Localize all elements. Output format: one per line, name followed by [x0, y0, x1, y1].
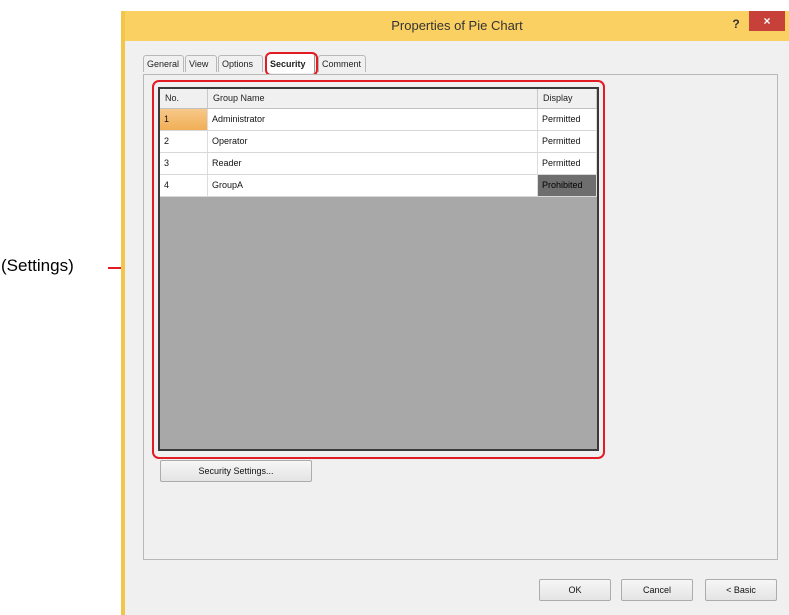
table-row[interactable]: 3 Reader Permitted [160, 153, 597, 175]
dialog-title: Properties of Pie Chart [391, 18, 523, 33]
display-cell[interactable]: Prohibited [538, 175, 597, 196]
group-name-cell[interactable]: Administrator [208, 109, 538, 130]
row-number-cell[interactable]: 1 [160, 109, 208, 130]
display-cell[interactable]: Permitted [538, 131, 597, 152]
table-row[interactable]: 2 Operator Permitted [160, 131, 597, 153]
table-row[interactable]: 4 GroupA Prohibited [160, 175, 597, 197]
column-header-group-name[interactable]: Group Name [208, 89, 538, 108]
column-header-display[interactable]: Display [538, 89, 597, 108]
help-button[interactable]: ? [726, 15, 746, 33]
close-button[interactable]: × [749, 11, 785, 31]
callout-label: (Settings) [1, 256, 74, 275]
row-number-cell[interactable]: 3 [160, 153, 208, 174]
security-settings-button[interactable]: Security Settings... [160, 460, 312, 482]
title-bar: Properties of Pie Chart ? × [125, 11, 789, 41]
cancel-button[interactable]: Cancel [621, 579, 693, 601]
group-name-cell[interactable]: Operator [208, 131, 538, 152]
properties-dialog: Properties of Pie Chart ? × General View… [121, 11, 789, 615]
display-cell[interactable]: Permitted [538, 109, 597, 130]
tab-options[interactable]: Options [218, 55, 263, 72]
row-number-cell[interactable]: 2 [160, 131, 208, 152]
security-group-table[interactable]: No. Group Name Display 1 Administrator P… [158, 87, 599, 451]
display-cell[interactable]: Permitted [538, 153, 597, 174]
table-header: No. Group Name Display [160, 89, 597, 109]
column-header-no[interactable]: No. [160, 89, 208, 108]
table-row[interactable]: 1 Administrator Permitted [160, 109, 597, 131]
tab-comment[interactable]: Comment [318, 55, 366, 72]
tab-view[interactable]: View [185, 55, 217, 72]
ok-button[interactable]: OK [539, 579, 611, 601]
tab-general[interactable]: General [143, 55, 184, 72]
group-name-cell[interactable]: GroupA [208, 175, 538, 196]
row-number-cell[interactable]: 4 [160, 175, 208, 196]
tab-highlight-frame [265, 52, 318, 76]
basic-button[interactable]: < Basic [705, 579, 777, 601]
group-name-cell[interactable]: Reader [208, 153, 538, 174]
